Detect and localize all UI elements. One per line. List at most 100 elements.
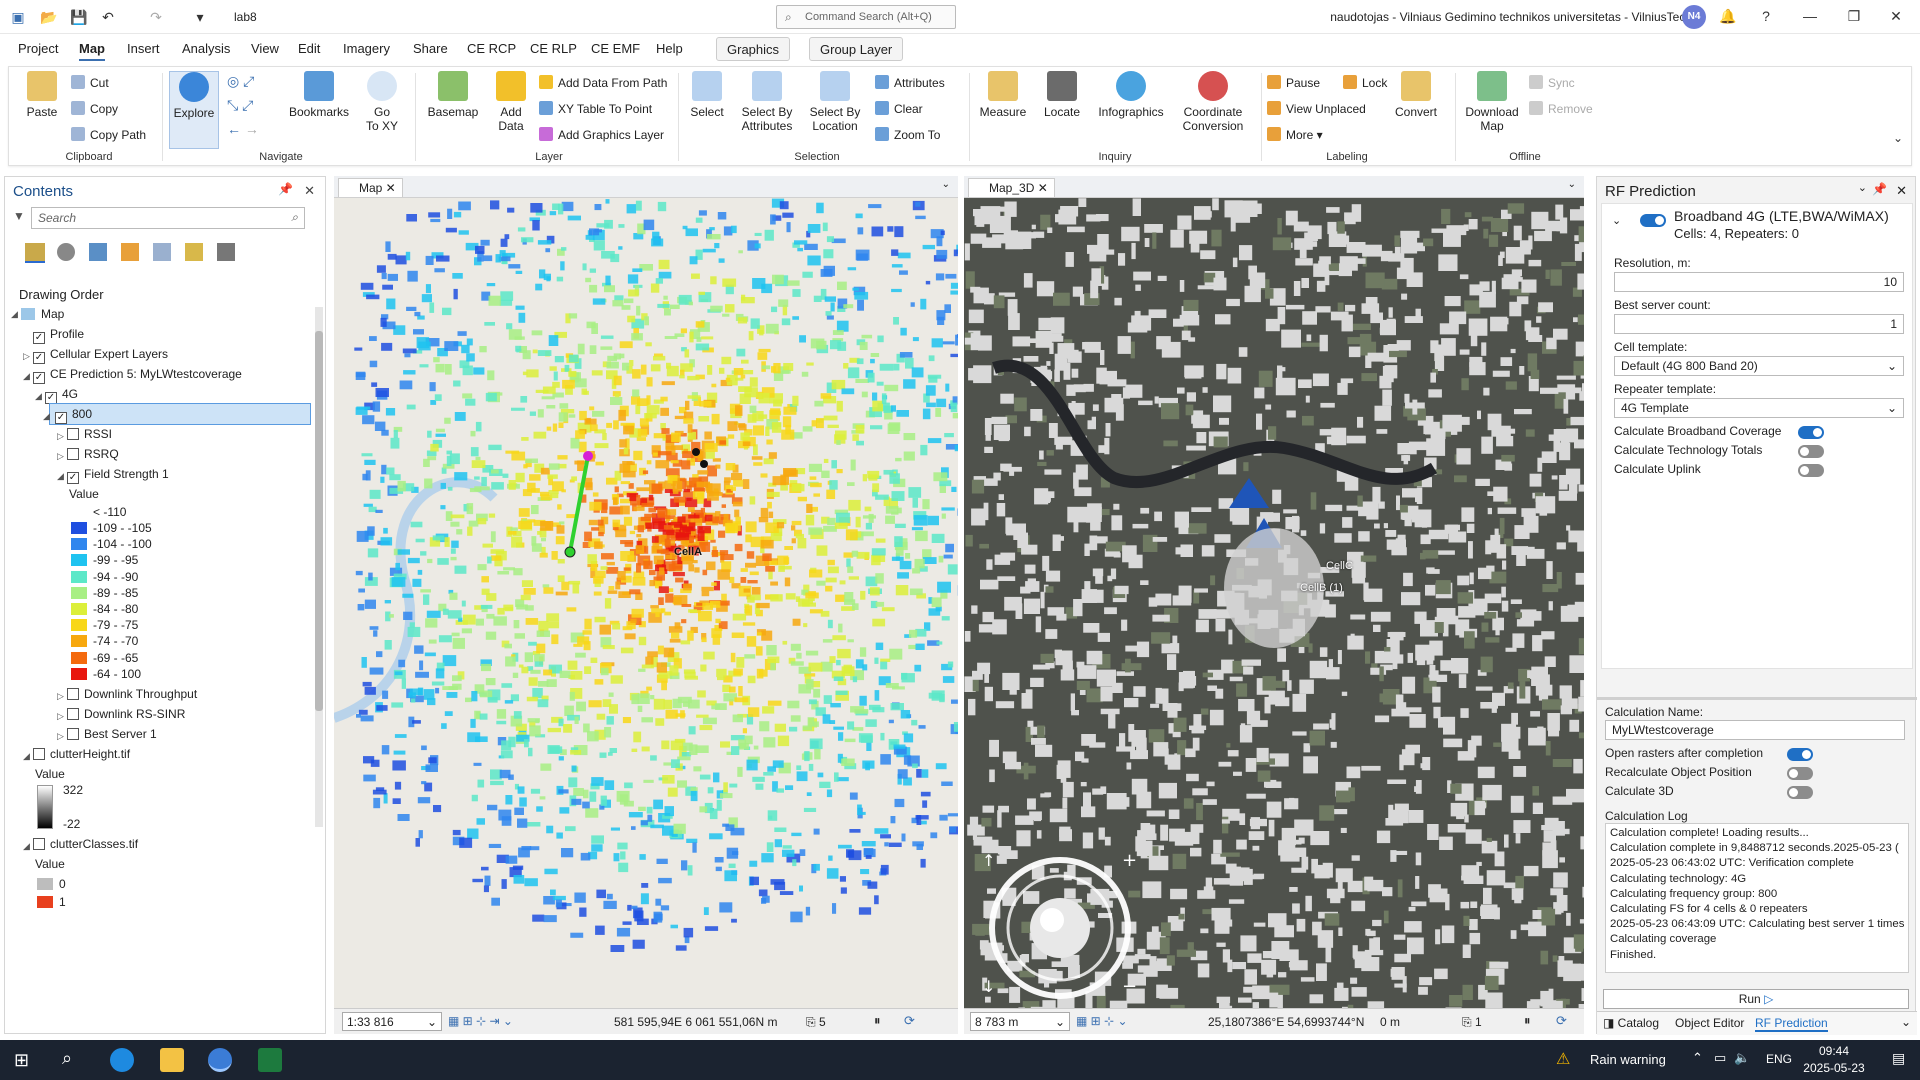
layer-clutter-height[interactable]: clutterHeight.tif bbox=[33, 747, 130, 761]
layer-checkbox[interactable] bbox=[67, 708, 79, 720]
layer-checkbox[interactable]: ✓ bbox=[33, 332, 45, 344]
sync-button[interactable]: Sync bbox=[1529, 75, 1575, 90]
tab-map[interactable]: Map ✕ bbox=[338, 178, 403, 197]
volume-icon[interactable]: 🔈 bbox=[1734, 1050, 1750, 1066]
layer-800[interactable]: ✓ 800 bbox=[55, 407, 92, 424]
tab-graphics[interactable]: Graphics bbox=[716, 37, 791, 61]
command-search-input[interactable]: ⌕ Command Search (Alt+Q) bbox=[776, 5, 956, 29]
add-data-button[interactable]: Add Data bbox=[489, 71, 533, 133]
cell-template-select[interactable]: Default (4G 800 Band 20) ⌄ bbox=[1614, 356, 1904, 376]
bookmarks-button[interactable]: Bookmarks bbox=[287, 71, 351, 119]
clear-selection-button[interactable]: Clear bbox=[875, 101, 923, 116]
layer-best-server[interactable]: Best Server 1 bbox=[67, 727, 157, 741]
arcgis-pro-icon[interactable] bbox=[208, 1048, 232, 1072]
calc-broadband-toggle[interactable] bbox=[1798, 426, 1824, 439]
tab-map-3d[interactable]: Map_3D ✕ bbox=[968, 178, 1055, 197]
open-icon[interactable]: 📂 bbox=[40, 9, 57, 25]
avatar[interactable]: N4 bbox=[1682, 5, 1706, 29]
restore-icon[interactable]: ❐ bbox=[1844, 8, 1864, 25]
tab-catalog[interactable]: ◨ Catalog bbox=[1603, 1016, 1659, 1030]
menu-project[interactable]: Project bbox=[18, 41, 58, 56]
lock-labels-button[interactable]: Lock bbox=[1343, 75, 1387, 90]
tab-dropdown-icon[interactable]: ⌄ bbox=[1568, 179, 1576, 190]
refresh-icon[interactable]: ⟳ bbox=[904, 1013, 915, 1029]
resolution-input[interactable]: 10 bbox=[1614, 272, 1904, 292]
excel-icon[interactable] bbox=[258, 1048, 282, 1072]
layer-checkbox[interactable]: ✓ bbox=[55, 412, 67, 424]
pin-pane-icon[interactable]: 📌 bbox=[278, 182, 293, 196]
infographics-button[interactable]: Infographics bbox=[1093, 71, 1169, 119]
project-name[interactable]: lab8 bbox=[234, 10, 257, 24]
layer-checkbox[interactable]: ✓ bbox=[33, 372, 45, 384]
clock-date[interactable]: 2025-05-23 bbox=[1798, 1061, 1870, 1075]
map-tools-icons[interactable]: ▦ ⊞ ⊹ ⌄ bbox=[1076, 1014, 1128, 1028]
layer-checkbox[interactable] bbox=[67, 448, 79, 460]
pin-pane-icon[interactable]: 📌 bbox=[1872, 182, 1887, 196]
expand-icon[interactable]: ▷ bbox=[57, 711, 64, 722]
menu-imagery[interactable]: Imagery bbox=[343, 41, 390, 56]
layer-rsrq[interactable]: RSRQ bbox=[67, 447, 119, 461]
file-explorer-icon[interactable] bbox=[160, 1048, 184, 1072]
collapse-icon[interactable]: ◢ bbox=[23, 371, 30, 382]
expand-icon[interactable]: ▷ bbox=[57, 431, 64, 442]
layer-checkbox[interactable]: ✓ bbox=[67, 472, 79, 484]
paste-button[interactable]: Paste bbox=[19, 71, 65, 119]
tab-group-layer[interactable]: Group Layer bbox=[809, 37, 904, 61]
select-button[interactable]: Select bbox=[685, 71, 729, 119]
help-icon[interactable]: ? bbox=[1756, 8, 1776, 24]
edge-icon[interactable] bbox=[110, 1048, 134, 1072]
contents-search-input[interactable]: Search ⌕ bbox=[31, 207, 305, 229]
menu-share[interactable]: Share bbox=[413, 41, 448, 56]
view-unplaced-button[interactable]: View Unplaced bbox=[1267, 101, 1366, 116]
collapse-icon[interactable]: ◢ bbox=[35, 391, 42, 402]
clock-time[interactable]: 09:44 bbox=[1804, 1044, 1864, 1058]
select-by-attributes-button[interactable]: Select By Attributes bbox=[737, 71, 797, 133]
undo-icon[interactable]: ↶ bbox=[100, 9, 116, 25]
zoom-to-selection-button[interactable]: Zoom To bbox=[875, 127, 940, 142]
scrollbar[interactable] bbox=[315, 307, 323, 827]
layer-ce-prediction[interactable]: ✓ CE Prediction 5: MyLWtestcoverage bbox=[33, 367, 242, 384]
layer-downlink-throughput[interactable]: Downlink Throughput bbox=[67, 687, 197, 701]
coordinate-conversion-button[interactable]: Coordinate Conversion bbox=[1175, 71, 1251, 133]
recalc-toggle[interactable] bbox=[1787, 767, 1813, 780]
network-icon[interactable]: ▭ bbox=[1714, 1050, 1726, 1066]
navigator-control[interactable]: ↑ ↓ + − bbox=[982, 836, 1142, 1006]
pause-labels-button[interactable]: Pause bbox=[1267, 75, 1320, 90]
scale-selector[interactable]: 8 783 m ⌄ bbox=[970, 1012, 1070, 1031]
layer-checkbox[interactable] bbox=[33, 748, 45, 760]
collapse-ribbon-icon[interactable]: ⌄ bbox=[1893, 131, 1903, 145]
download-map-button[interactable]: Download Map bbox=[1459, 71, 1525, 133]
layer-cellular-expert[interactable]: ✓ Cellular Expert Layers bbox=[33, 347, 168, 364]
splitter[interactable] bbox=[1597, 697, 1917, 700]
weather-text[interactable]: Rain warning bbox=[1590, 1052, 1666, 1067]
best-server-count-input[interactable]: 1 bbox=[1614, 314, 1904, 334]
measure-button[interactable]: Measure bbox=[975, 71, 1031, 119]
more-labeling-button[interactable]: More ▾ bbox=[1267, 127, 1323, 142]
layer-rssi[interactable]: RSSI bbox=[67, 427, 112, 441]
close-icon[interactable]: ✕ bbox=[1886, 8, 1906, 25]
tab-rf-prediction[interactable]: RF Prediction bbox=[1755, 1016, 1828, 1032]
menu-ce-rcp[interactable]: CE RCP bbox=[467, 41, 516, 56]
explore-button[interactable]: Explore bbox=[169, 71, 219, 149]
menu-view[interactable]: View bbox=[251, 41, 279, 56]
copy-path-button[interactable]: Copy Path bbox=[71, 127, 146, 142]
collapse-icon[interactable]: ◢ bbox=[23, 841, 30, 852]
layer-checkbox[interactable]: ✓ bbox=[33, 352, 45, 364]
expand-icon[interactable]: ▷ bbox=[57, 451, 64, 462]
add-graphics-layer-button[interactable]: Add Graphics Layer bbox=[539, 127, 664, 142]
customize-qat-icon[interactable]: ▾ bbox=[192, 9, 208, 25]
collapse-icon[interactable]: ⌄ bbox=[1612, 214, 1621, 227]
coverage-raster[interactable] bbox=[334, 198, 958, 1008]
expand-icon[interactable]: ▷ bbox=[57, 691, 64, 702]
notifications-icon[interactable]: 🔔 bbox=[1718, 8, 1738, 25]
basemap-button[interactable]: Basemap bbox=[423, 71, 483, 119]
layer-checkbox[interactable] bbox=[67, 688, 79, 700]
full-extent-icon[interactable]: ◎ ⤢ bbox=[227, 73, 254, 90]
pause-drawing-icon[interactable]: ⏸ bbox=[874, 1013, 881, 1029]
tab-object-editor[interactable]: Object Editor bbox=[1675, 1016, 1744, 1030]
list-by-selection-icon[interactable] bbox=[89, 243, 107, 261]
map-view-3d[interactable]: Map_3D ✕ ⌄ CellC CellB (1) ↑ ↓ + − 8 783… bbox=[964, 176, 1584, 1034]
layer-map[interactable]: Map bbox=[21, 307, 64, 321]
calc-name-input[interactable]: MyLWtestcoverage bbox=[1605, 720, 1905, 740]
map-view-2d[interactable]: Map ✕ ⌄ CellA 1:33 816 ⌄ ▦ ⊞ ⊹ ⇥ ⌄ 581 59… bbox=[334, 176, 958, 1034]
